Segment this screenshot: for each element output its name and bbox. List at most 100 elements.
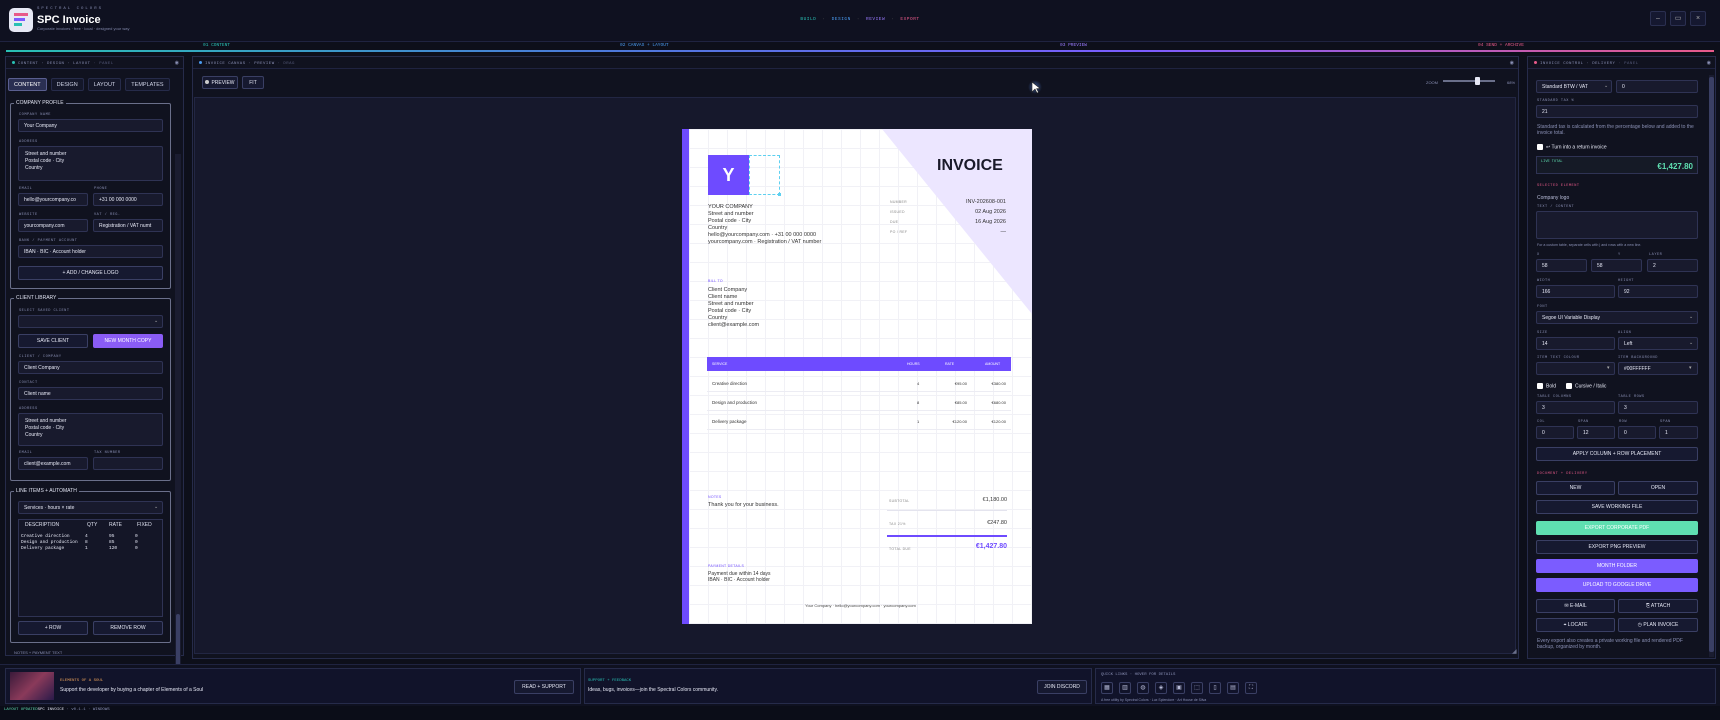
fit-button[interactable]: FIT <box>242 76 264 89</box>
row-span-input[interactable]: 1 <box>1659 426 1698 439</box>
client-contact-input[interactable]: Client name <box>18 387 163 400</box>
logo-selection-box[interactable] <box>749 155 780 195</box>
locate-button[interactable]: ⌖ LOCATE <box>1536 618 1615 632</box>
image-icon[interactable]: ▣ <box>1173 682 1185 694</box>
client-address-input[interactable]: Street and number Postal code · City Cou… <box>18 413 163 446</box>
size-input[interactable]: 14 <box>1536 337 1615 350</box>
remove-row-button[interactable]: REMOVE ROW <box>93 621 163 635</box>
bold-toggle[interactable]: Bold <box>1537 383 1556 389</box>
line-items-rows[interactable]: Creative direction 4 95 0 Design and produc… <box>21 534 160 552</box>
maximize-button[interactable]: ▭ <box>1670 11 1686 26</box>
company-logo[interactable]: Y <box>708 155 749 195</box>
table-row[interactable]: Design and production 8 €85.00 €680.00 <box>707 396 1011 410</box>
upload-drive-button[interactable]: UPLOAD TO GOOGLE DRIVE <box>1536 578 1698 592</box>
table-row[interactable]: Delivery package 1 €120.00 €120.00 <box>707 415 1011 429</box>
preview-button[interactable]: PREVIEW <box>202 76 238 89</box>
col-input[interactable]: 0 <box>1536 426 1574 439</box>
checkbox[interactable] <box>1537 144 1543 150</box>
total-due-value[interactable]: €1,427.80 <box>976 543 1007 550</box>
height-input[interactable]: 92 <box>1618 285 1698 298</box>
invoice-po-ref[interactable]: — <box>1001 229 1007 236</box>
checkbox[interactable] <box>1566 383 1572 389</box>
book-icon[interactable]: ▯ <box>1209 682 1221 694</box>
company-website-input[interactable]: yourcompany.com <box>18 219 88 232</box>
open-document-button[interactable]: OPEN <box>1618 481 1698 495</box>
company-name-input[interactable]: Your Company <box>18 119 163 132</box>
italic-toggle[interactable]: Cursive / Italic <box>1566 383 1606 389</box>
layout-icon[interactable]: ▥ <box>1119 682 1131 694</box>
invoice-due-date[interactable]: 16 Aug 2026 <box>975 219 1006 226</box>
zoom-slider-thumb[interactable] <box>1474 77 1480 85</box>
align-select[interactable]: Left <box>1618 337 1698 350</box>
row-input[interactable]: 0 <box>1618 426 1656 439</box>
company-email-input[interactable]: hello@yourcompany.co <box>18 193 88 206</box>
collapse-eye-icon[interactable]: ◉ <box>1510 60 1514 66</box>
tab-templates[interactable]: TEMPLATES <box>125 78 170 91</box>
font-select[interactable]: Segoe UI Variable Display <box>1536 311 1698 324</box>
payment-details[interactable]: Payment due within 14 days IBAN · BIC · … <box>708 571 771 583</box>
close-button[interactable]: × <box>1690 11 1706 26</box>
width-input[interactable]: 166 <box>1536 285 1615 298</box>
text-content-input[interactable] <box>1536 211 1698 239</box>
list-icon[interactable]: ▤ <box>1227 682 1239 694</box>
company-address-input[interactable]: Street and number Postal code · City Cou… <box>18 146 163 181</box>
change-logo-button[interactable]: + ADD / CHANGE LOGO <box>18 266 163 280</box>
client-email-input[interactable]: client@example.com <box>18 457 88 470</box>
company-vat-input[interactable]: Registration / VAT numt <box>93 219 163 232</box>
month-folder-button[interactable]: MONTH FOLDER <box>1536 559 1698 573</box>
company-phone-input[interactable]: +31 00 000 0000 <box>93 193 163 206</box>
read-support-button[interactable]: READ + SUPPORT <box>514 680 574 694</box>
standard-tax-input[interactable]: 21 <box>1536 105 1698 118</box>
item-background-input[interactable]: #00FFFFFF <box>1618 362 1698 375</box>
new-month-copy-button[interactable]: NEW MONTH COPY <box>93 334 163 348</box>
export-png-button[interactable]: EXPORT PNG PREVIEW <box>1536 540 1698 554</box>
subtotal-value[interactable]: €1,180.00 <box>983 497 1007 504</box>
checkbox[interactable] <box>1537 383 1543 389</box>
return-invoice-toggle[interactable]: ↩ Turn into a return invoice <box>1537 144 1607 150</box>
tax-value[interactable]: €247.80 <box>987 520 1007 527</box>
y-input[interactable]: 58 <box>1591 259 1642 272</box>
grid-icon[interactable]: ▦ <box>1101 682 1113 694</box>
company-bank-input[interactable]: IBAN · BIC · Account holder <box>18 245 163 258</box>
collapse-eye-icon[interactable]: ◉ <box>175 60 179 66</box>
collapse-eye-icon[interactable]: ◉ <box>1707 60 1711 66</box>
item-text-colour-input[interactable] <box>1536 362 1615 375</box>
invoice-issued-date[interactable]: 02 Aug 2026 <box>975 209 1006 216</box>
minimize-button[interactable]: – <box>1650 11 1666 26</box>
notes-text[interactable]: Thank you for your business. <box>708 502 779 509</box>
items-table-body[interactable]: Creative direction 4 €95.00 €380.00 Desi… <box>707 371 1011 429</box>
client-company-input[interactable]: Client Company <box>18 361 163 374</box>
email-button[interactable]: ✉ E-MAIL <box>1536 599 1615 613</box>
add-row-button[interactable]: + ROW <box>18 621 88 635</box>
table-rows-input[interactable]: 3 <box>1618 401 1698 414</box>
invoice-footer[interactable]: Your Company · hello@yourcompany.com · y… <box>689 603 1032 608</box>
bag-icon[interactable]: ⛶ <box>1245 682 1257 694</box>
resize-handle-icon[interactable]: ◢ <box>1512 648 1517 655</box>
box-icon[interactable]: ⬚ <box>1191 682 1203 694</box>
globe-icon[interactable]: ◍ <box>1137 682 1149 694</box>
diamond-icon[interactable]: ◈ <box>1155 682 1167 694</box>
layer-input[interactable]: 2 <box>1647 259 1698 272</box>
tab-layout[interactable]: LAYOUT <box>87 78 122 91</box>
table-row[interactable]: Delivery package 1 120 0 <box>21 546 160 552</box>
zoom-slider[interactable] <box>1443 77 1495 85</box>
dropdown-arrow-icon[interactable]: ▾ <box>1689 365 1692 371</box>
bill-to-block[interactable]: Client Company Client name Street and nu… <box>708 287 759 329</box>
join-discord-button[interactable]: JOIN DISCORD <box>1037 680 1087 694</box>
export-pdf-button[interactable]: EXPORT CORPORATE PDF <box>1536 521 1698 535</box>
table-row[interactable]: Creative direction 4 €95.00 €380.00 <box>707 377 1011 391</box>
invoice-page[interactable]: Y INVOICE NUMBER ISSUED DUE PO / REF INV… <box>682 129 1032 624</box>
nav-review[interactable]: REVIEW <box>866 17 885 22</box>
saved-client-select[interactable] <box>18 315 163 328</box>
x-input[interactable]: 58 <box>1536 259 1587 272</box>
dropdown-arrow-icon[interactable]: ▾ <box>1607 365 1610 371</box>
new-document-button[interactable]: NEW <box>1536 481 1615 495</box>
nav-export[interactable]: EXPORT <box>900 17 919 22</box>
tax-mode-select[interactable]: Standard BTW / VAT <box>1536 80 1612 93</box>
tax-extra-input[interactable]: 0 <box>1616 80 1698 93</box>
col-span-input[interactable]: 12 <box>1577 426 1615 439</box>
left-scrollbar[interactable] <box>175 154 181 710</box>
invoice-title[interactable]: INVOICE <box>937 157 1003 175</box>
tab-content[interactable]: CONTENT <box>8 78 47 91</box>
nav-design[interactable]: DESIGN <box>832 17 851 22</box>
